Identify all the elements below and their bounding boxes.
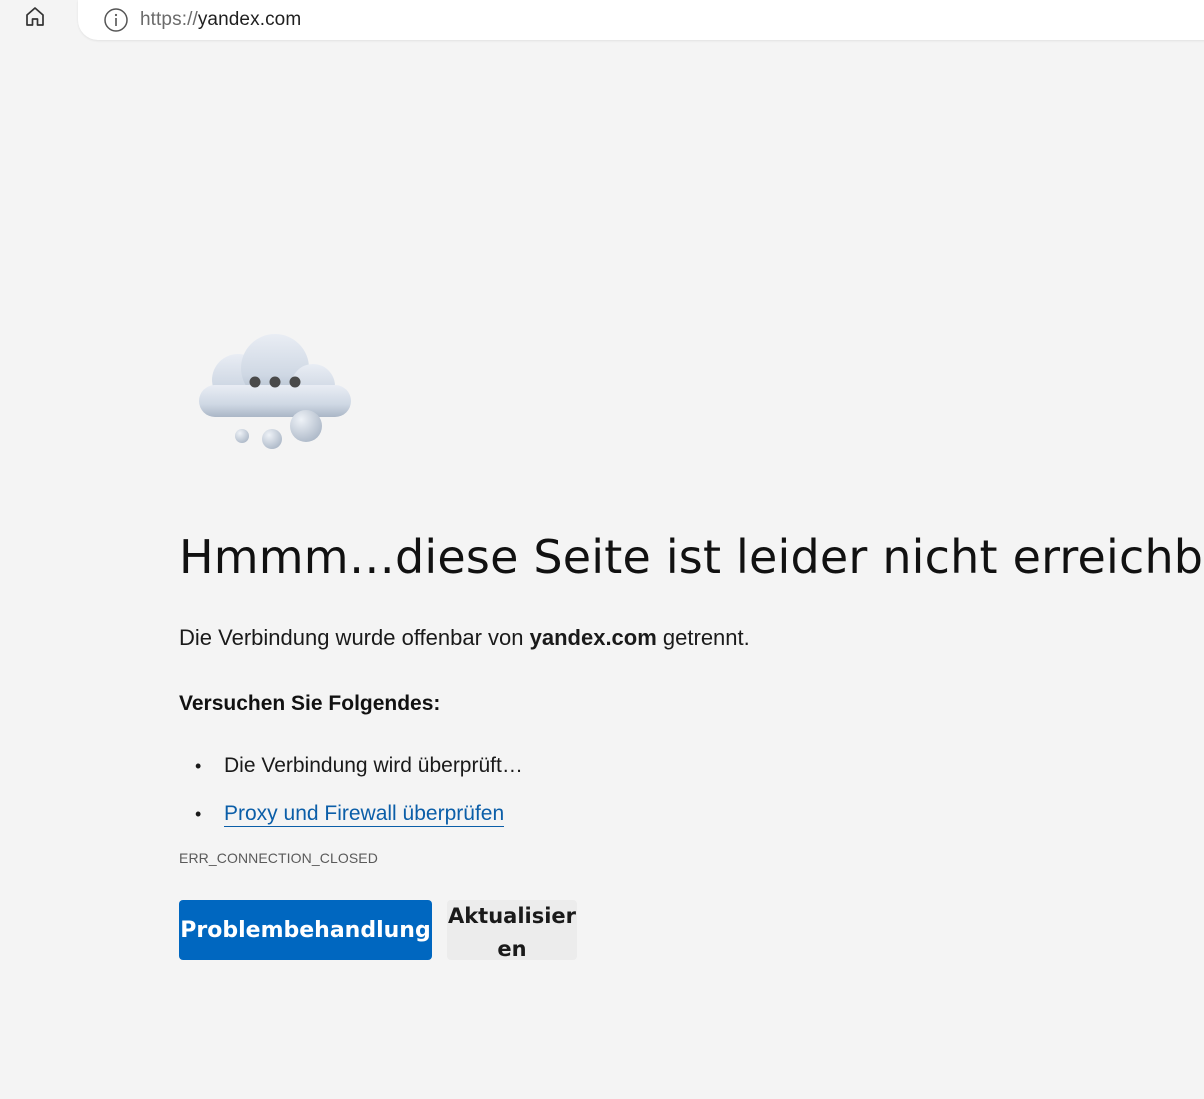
- url-scheme: https://: [140, 9, 198, 30]
- info-icon[interactable]: [102, 6, 130, 34]
- list-item: • Die Verbindung wird überprüft…: [179, 742, 523, 790]
- error-code: ERR_CONNECTION_CLOSED: [179, 850, 378, 866]
- url-text[interactable]: https://yandex.com: [140, 9, 301, 31]
- suggestions-heading: Versuchen Sie Folgendes:: [179, 692, 441, 715]
- error-description: Die Verbindung wurde offenbar von yandex…: [179, 625, 750, 651]
- suggestions-list: • Die Verbindung wird überprüft… • Proxy…: [179, 742, 523, 838]
- refresh-button[interactable]: Aktualisieren: [447, 900, 577, 960]
- bullet: •: [195, 756, 202, 776]
- bullet: •: [195, 804, 202, 824]
- suggestion-check-connection: Die Verbindung wird überprüft…: [224, 754, 523, 777]
- description-host: yandex.com: [529, 625, 657, 650]
- description-prefix: Die Verbindung wurde offenbar von: [179, 625, 530, 650]
- cloud-thinking-icon: [195, 330, 355, 455]
- home-button[interactable]: [18, 2, 52, 34]
- url-host: yandex.com: [197, 9, 302, 30]
- page-title: Hmmm…diese Seite ist leider nicht erreic…: [179, 530, 1204, 584]
- browser-toolbar: https://yandex.com: [0, 0, 1204, 42]
- list-item: • Proxy und Firewall überprüfen: [179, 790, 523, 838]
- home-icon: [23, 4, 47, 33]
- description-suffix: getrennt.: [656, 625, 750, 650]
- troubleshoot-button[interactable]: Problembehandlung: [179, 900, 432, 960]
- address-bar[interactable]: https://yandex.com: [78, 0, 1204, 40]
- proxy-firewall-link[interactable]: Proxy und Firewall überprüfen: [224, 802, 505, 827]
